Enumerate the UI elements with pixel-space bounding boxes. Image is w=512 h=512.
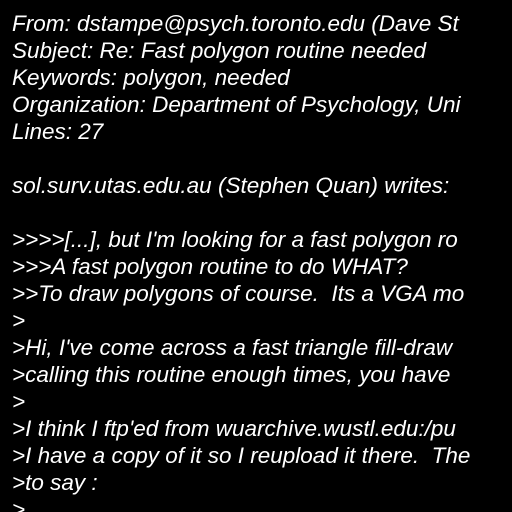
quoted-line: >to say : bbox=[12, 470, 98, 495]
quoted-line: >calling this routine enough times, you … bbox=[12, 362, 451, 387]
quoted-line: >>>A fast polygon routine to do WHAT? bbox=[12, 254, 408, 279]
quoted-line: > bbox=[12, 308, 26, 333]
header-from: From: dstampe@psych.toronto.edu (Dave St bbox=[12, 11, 459, 36]
quoted-line: > bbox=[12, 389, 26, 414]
quoted-line: >>>>[...], but I'm looking for a fast po… bbox=[12, 227, 458, 252]
attribution-line: sol.surv.utas.edu.au (Stephen Quan) writ… bbox=[12, 173, 450, 198]
quoted-line: > bbox=[12, 497, 26, 512]
header-organization: Organization: Department of Psychology, … bbox=[12, 92, 461, 117]
message-text: From: dstampe@psych.toronto.edu (Dave St… bbox=[12, 10, 512, 512]
quoted-line: >>To draw polygons of course. Its a VGA … bbox=[12, 281, 465, 306]
header-lines: Lines: 27 bbox=[12, 119, 104, 144]
quoted-line: >I think I ftp'ed from wuarchive.wustl.e… bbox=[12, 416, 456, 441]
email-message-view: From: dstampe@psych.toronto.edu (Dave St… bbox=[0, 0, 512, 512]
header-subject: Subject: Re: Fast polygon routine needed bbox=[12, 38, 427, 63]
quoted-line: >I have a copy of it so I reupload it th… bbox=[12, 443, 471, 468]
quoted-line: >Hi, I've come across a fast triangle fi… bbox=[12, 335, 453, 360]
header-keywords: Keywords: polygon, needed bbox=[12, 65, 290, 90]
